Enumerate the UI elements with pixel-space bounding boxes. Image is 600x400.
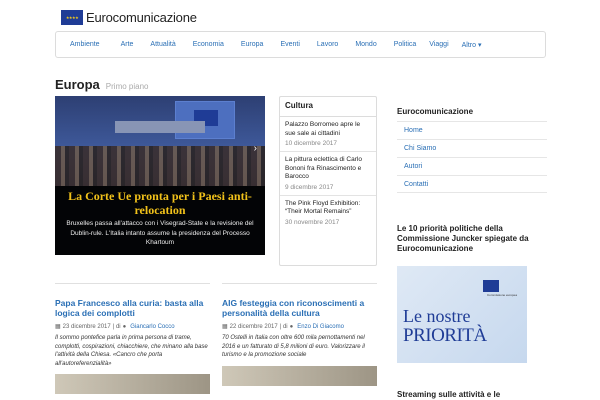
calendar-icon: ▦ xyxy=(55,324,61,330)
cultura-item-date: 30 novembre 2017 xyxy=(285,218,340,226)
priorities-banner-line2: PRIORITÀ xyxy=(403,325,487,346)
site-logo[interactable]: ★★★★ Eurocomunicazione xyxy=(61,9,197,25)
article-author[interactable]: Enzo Di Giacomo xyxy=(297,324,344,330)
article-excerpt: 70 Ostelli in Italia con oltre 600 mila … xyxy=(222,335,365,358)
article-date: 23 dicembre 2017 xyxy=(62,323,111,330)
article-card: AIG festeggia con riconoscimenti a perso… xyxy=(222,298,377,386)
section-title: Europa xyxy=(55,77,100,92)
article-meta: ▦ 22 dicembre 2017 | di ● Enzo Di Giacom… xyxy=(222,323,377,331)
article-card: Papa Francesco alla curia: basta alla lo… xyxy=(55,298,210,394)
user-icon: ● xyxy=(122,323,127,330)
article-thumbnail[interactable] xyxy=(222,365,377,386)
article-title[interactable]: Papa Francesco alla curia: basta alla lo… xyxy=(55,298,210,318)
hero-image-panel xyxy=(115,121,205,133)
eu-flag-icon xyxy=(483,280,499,292)
streaming-title: Streaming sulle attività e le xyxy=(397,390,501,399)
hero-image-screen xyxy=(175,101,235,139)
nav-item-economia[interactable]: Economia xyxy=(193,41,224,48)
nav-item-politica[interactable]: Politica xyxy=(394,41,417,48)
section-subtitle: Primo piano xyxy=(105,82,149,91)
nav-item-altro-dropdown[interactable]: Altro ▾ xyxy=(462,41,482,49)
sidebar-title: Eurocomunicazione xyxy=(397,107,474,116)
nav-item-viaggi[interactable]: Viaggi xyxy=(429,41,448,48)
article-date: 22 dicembre 2017 xyxy=(229,323,278,330)
nav-item-europa[interactable]: Europa xyxy=(241,41,264,48)
user-icon: ● xyxy=(289,323,294,330)
article-thumbnail[interactable] xyxy=(55,374,210,394)
slider-next-icon[interactable]: › xyxy=(254,143,257,154)
hero-slider[interactable]: › La Corte Ue pronta per i Paesi anti-re… xyxy=(55,96,265,255)
cultura-item-date: 9 dicembre 2017 xyxy=(285,183,334,191)
sidebar-menu: Home Chi Siamo Autori Contatti xyxy=(397,121,547,193)
article-by: | di xyxy=(112,323,121,330)
main-nav: Ambiente Arte Attualità Economia Europa … xyxy=(55,31,546,58)
section-heading: Europa Primo piano xyxy=(55,77,148,92)
priorities-banner[interactable]: Commissione europea Le nostre PRIORITÀ xyxy=(397,266,527,363)
priorities-banner-line1: Le nostre xyxy=(403,306,471,326)
cultura-widget: Cultura Palazzo Borromeo apre le sue sal… xyxy=(279,96,377,266)
cultura-item-title[interactable]: Palazzo Borromeo apre le sue sale ai cit… xyxy=(285,121,371,138)
cultura-item[interactable]: Palazzo Borromeo apre le sue sale ai cit… xyxy=(280,117,376,152)
divider xyxy=(55,283,210,284)
hero-description: Bruxelles passa all'attacco con i Visegr… xyxy=(66,220,254,246)
divider xyxy=(222,283,377,284)
calendar-icon: ▦ xyxy=(222,324,228,330)
article-by: | di xyxy=(279,323,288,330)
priorities-banner-caption: Commissione europea xyxy=(487,293,518,297)
nav-item-eventi[interactable]: Eventi xyxy=(280,41,299,48)
cultura-item-date: 10 dicembre 2017 xyxy=(285,140,338,147)
priorities-title: Le 10 priorità politiche della Commissio… xyxy=(397,224,529,253)
hero-title[interactable]: La Corte Ue pronta per i Paesi anti-relo… xyxy=(61,189,259,217)
hero-caption: La Corte Ue pronta per i Paesi anti-relo… xyxy=(55,186,265,255)
cultura-heading: Cultura xyxy=(280,97,376,117)
nav-item-attualita[interactable]: Attualità xyxy=(150,41,175,48)
article-author[interactable]: Giancarlo Cocco xyxy=(130,324,174,330)
eu-flag-icon: ★★★★ xyxy=(61,9,83,25)
nav-item-lavoro[interactable]: Lavoro xyxy=(317,41,338,48)
article-excerpt: Il sommo pontefice parla in prima person… xyxy=(55,335,208,367)
sidebar-item-autori[interactable]: Autori xyxy=(397,157,547,175)
nav-item-mondo[interactable]: Mondo xyxy=(355,41,376,48)
cultura-item[interactable]: The Pink Floyd Exhibition: “Their Mortal… xyxy=(280,196,376,230)
sidebar-item-contatti[interactable]: Contatti xyxy=(397,175,547,193)
sidebar-item-chi-siamo[interactable]: Chi Siamo xyxy=(397,139,547,157)
cultura-item[interactable]: La pittura eclettica di Carlo Bononi fra… xyxy=(280,152,376,196)
hero-image-audience xyxy=(55,146,265,186)
article-meta: ▦ 23 dicembre 2017 | di ● Giancarlo Cocc… xyxy=(55,323,210,331)
nav-item-arte[interactable]: Arte xyxy=(121,41,134,48)
cultura-item-title[interactable]: The Pink Floyd Exhibition: “Their Mortal… xyxy=(285,200,371,217)
cultura-item-title[interactable]: La pittura eclettica di Carlo Bononi fra… xyxy=(285,156,371,182)
sidebar-item-home[interactable]: Home xyxy=(397,121,547,139)
nav-item-ambiente[interactable]: Ambiente xyxy=(70,41,100,48)
site-title: Eurocomunicazione xyxy=(86,9,197,25)
article-title[interactable]: AIG festeggia con riconoscimenti a perso… xyxy=(222,298,377,318)
